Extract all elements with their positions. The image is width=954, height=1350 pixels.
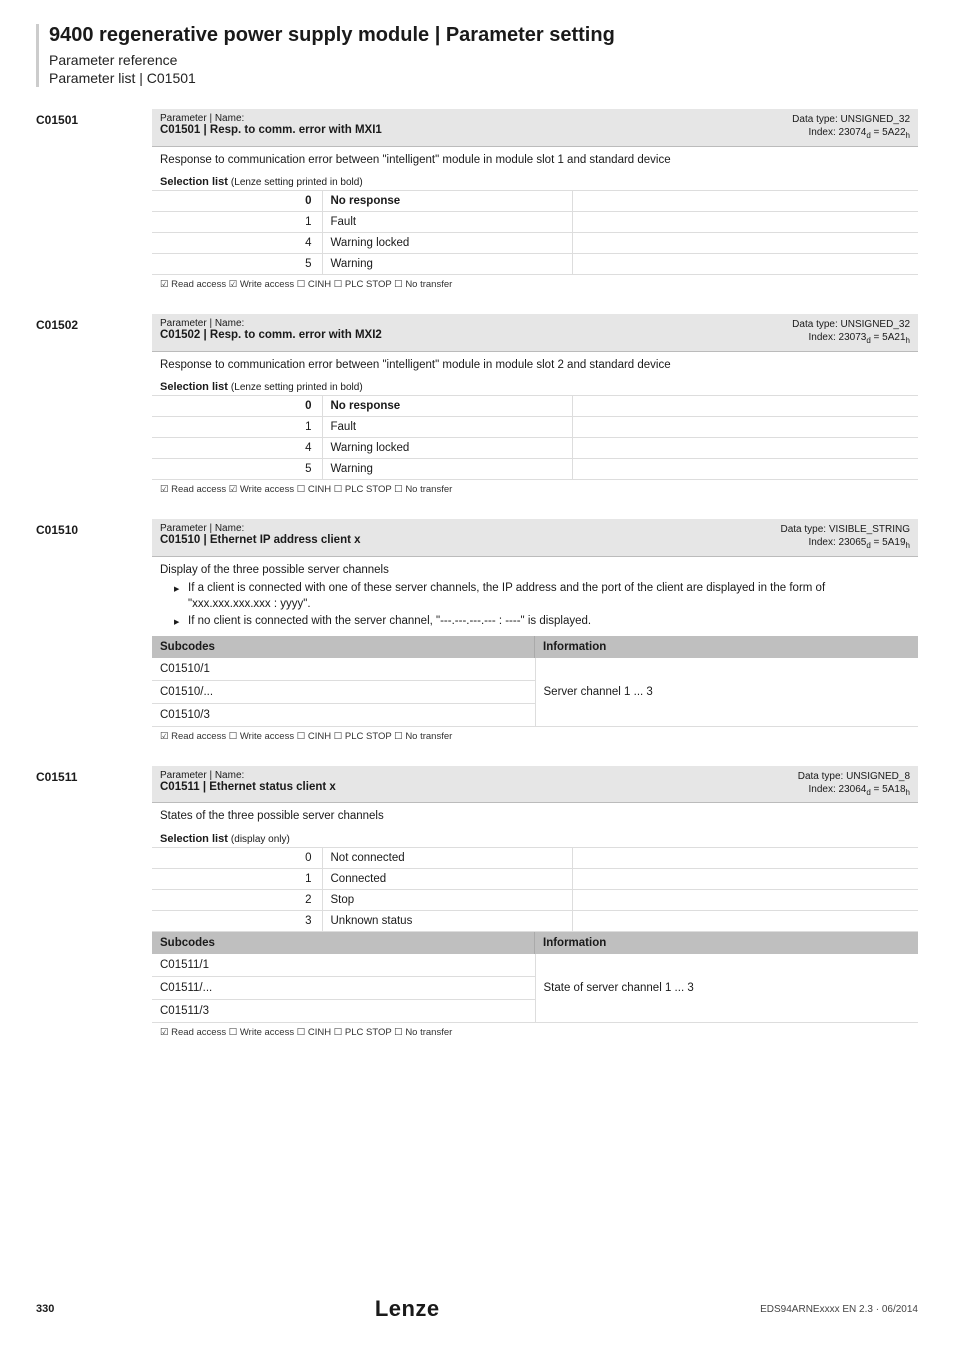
subtitle-1: Parameter reference [49, 51, 918, 69]
selection-title: Selection list (Lenze setting printed in… [152, 172, 918, 191]
selection-row: 1Fault [152, 417, 918, 438]
param-name-label: Parameter | Name: [160, 523, 361, 534]
subcodes-table: C01510/1Server channel 1 ... 3 C01510/..… [152, 658, 918, 727]
param-desc: Display of the three possible server cha… [152, 557, 918, 636]
param-header: Parameter | Name: C01501 | Resp. to comm… [152, 109, 918, 146]
lenze-logo: Lenze [375, 1296, 440, 1322]
param-name-label: Parameter | Name: [160, 770, 336, 781]
access-flags: ☑ Read access ☐ Write access ☐ CINH ☐ PL… [152, 1023, 918, 1042]
param-name-main: C01510 | Ethernet IP address client x [160, 534, 361, 546]
param-desc: Response to communication error between … [152, 352, 918, 378]
subcode-info: State of server channel 1 ... 3 [535, 954, 918, 1023]
subcode-info: Server channel 1 ... 3 [535, 658, 918, 727]
param-index: Index: 23074d = 5A22h [792, 126, 910, 141]
page-header: 9400 regenerative power supply module | … [36, 24, 918, 87]
param-index: Index: 23073d = 5A21h [792, 331, 910, 346]
param-id: C01510 [36, 519, 152, 745]
selection-row: 1Connected [152, 868, 918, 889]
selection-row: 1Fault [152, 212, 918, 233]
subtitle-2: Parameter list | C01501 [49, 69, 918, 87]
selection-list: 0No response 1Fault 4Warning locked 5War… [152, 191, 918, 275]
param-datatype: Data type: UNSIGNED_8 [798, 770, 910, 783]
access-flags: ☑ Read access ☑ Write access ☐ CINH ☐ PL… [152, 480, 918, 499]
access-flags: ☑ Read access ☑ Write access ☐ CINH ☐ PL… [152, 275, 918, 294]
param-id: C01501 [36, 109, 152, 294]
param-c01502: C01502 Parameter | Name: C01502 | Resp. … [36, 314, 918, 499]
param-id: C01511 [36, 766, 152, 1042]
param-desc: Response to communication error between … [152, 147, 918, 173]
access-flags: ☑ Read access ☐ Write access ☐ CINH ☐ PL… [152, 727, 918, 746]
doc-id: EDS94ARNExxxx EN 2.3 · 06/2014 [760, 1304, 918, 1315]
param-id: C01502 [36, 314, 152, 499]
param-header: Parameter | Name: C01510 | Ethernet IP a… [152, 519, 918, 556]
selection-title: Selection list (Lenze setting printed in… [152, 377, 918, 396]
subcodes-table: C01511/1State of server channel 1 ... 3 … [152, 954, 918, 1023]
subcode: C01510/1 [152, 658, 535, 681]
subcodes-header: Subcodes Information [152, 932, 918, 954]
param-datatype: Data type: UNSIGNED_32 [792, 113, 910, 126]
subcode: C01511/3 [152, 999, 535, 1022]
selection-list: 0Not connected 1Connected 2Stop 3Unknown… [152, 848, 918, 932]
param-c01501: C01501 Parameter | Name: C01501 | Resp. … [36, 109, 918, 294]
page-footer: 330 Lenze EDS94ARNExxxx EN 2.3 · 06/2014 [36, 1296, 918, 1322]
selection-row: 3Unknown status [152, 910, 918, 931]
param-name-main: C01502 | Resp. to comm. error with MXI2 [160, 329, 382, 341]
desc-bullet: If no client is connected with the serve… [178, 614, 910, 630]
param-name-main: C01501 | Resp. to comm. error with MXI1 [160, 124, 382, 136]
subcode: C01510/... [152, 680, 535, 703]
param-c01511: C01511 Parameter | Name: C01511 | Ethern… [36, 766, 918, 1042]
param-c01510: C01510 Parameter | Name: C01510 | Ethern… [36, 519, 918, 745]
subcodes-header: Subcodes Information [152, 636, 918, 658]
selection-row: 0No response [152, 396, 918, 417]
selection-row: 4Warning locked [152, 233, 918, 254]
param-name-label: Parameter | Name: [160, 113, 382, 124]
param-name-label: Parameter | Name: [160, 318, 382, 329]
selection-row: 0No response [152, 191, 918, 212]
param-datatype: Data type: VISIBLE_STRING [781, 523, 911, 536]
subcode: C01510/3 [152, 703, 535, 726]
param-datatype: Data type: UNSIGNED_32 [792, 318, 910, 331]
param-name-main: C01511 | Ethernet status client x [160, 781, 336, 793]
param-index: Index: 23064d = 5A18h [798, 783, 910, 798]
selection-title: Selection list (display only) [152, 829, 918, 848]
page-title: 9400 regenerative power supply module | … [49, 24, 918, 47]
selection-row: 4Warning locked [152, 438, 918, 459]
selection-row: 0Not connected [152, 848, 918, 869]
selection-row: 2Stop [152, 889, 918, 910]
param-header: Parameter | Name: C01502 | Resp. to comm… [152, 314, 918, 351]
page-number: 330 [36, 1303, 54, 1315]
desc-bullet: If a client is connected with one of the… [178, 581, 910, 612]
param-index: Index: 23065d = 5A19h [781, 536, 911, 551]
param-desc: States of the three possible server chan… [152, 803, 918, 829]
param-header: Parameter | Name: C01511 | Ethernet stat… [152, 766, 918, 803]
subcode: C01511/1 [152, 954, 535, 977]
selection-row: 5Warning [152, 459, 918, 480]
selection-row: 5Warning [152, 254, 918, 275]
subcode: C01511/... [152, 976, 535, 999]
selection-list: 0No response 1Fault 4Warning locked 5War… [152, 396, 918, 480]
